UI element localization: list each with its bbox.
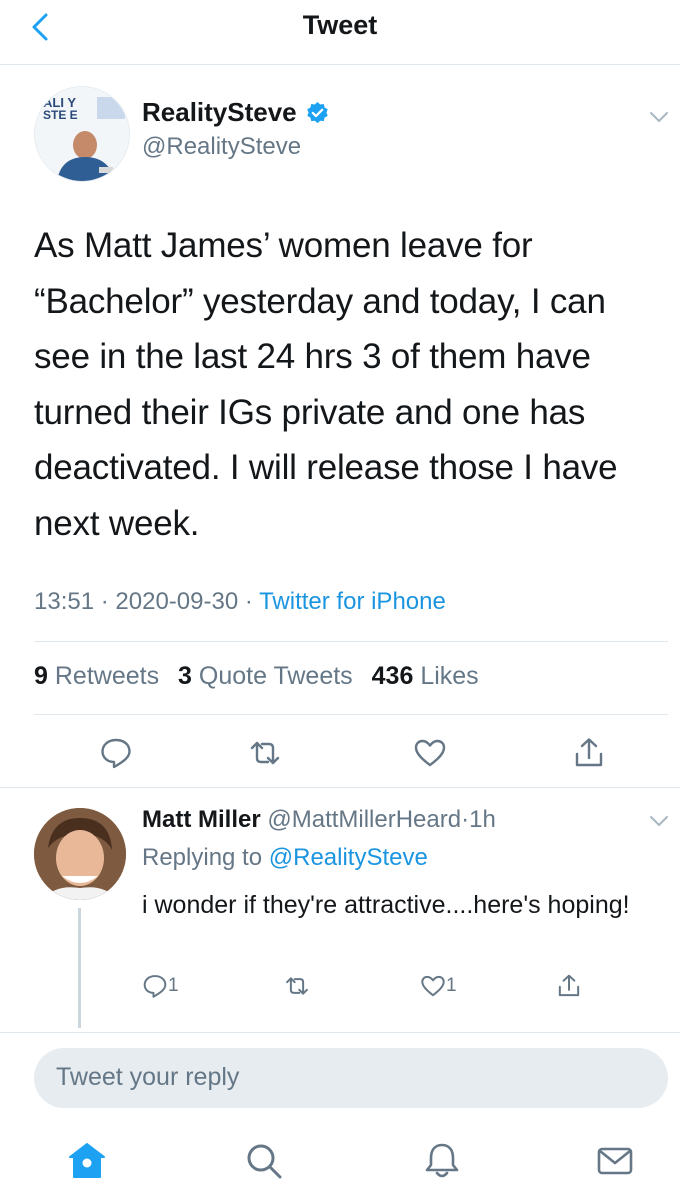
reply-reply-button[interactable]: 1 — [142, 972, 179, 1000]
like-button[interactable] — [413, 736, 447, 770]
replying-to: Replying to @RealitySteve — [142, 844, 428, 872]
avatar-image — [34, 808, 126, 900]
meta-separator: · — [244, 588, 253, 615]
reply-button[interactable] — [99, 736, 133, 770]
author-avatar[interactable]: ALI Y STE E — [34, 86, 130, 182]
retweet-button[interactable] — [248, 736, 282, 770]
reply-header: Matt Miller @MattMillerHeard·1h — [142, 806, 496, 834]
reply-separator: · — [461, 806, 470, 833]
reply-count: 1 — [168, 975, 179, 996]
divider — [0, 787, 680, 788]
reply-retweet-button[interactable] — [284, 972, 310, 1000]
quote-tweets-stat[interactable]: 3 Quote Tweets — [178, 662, 353, 690]
replying-to-mention[interactable]: @RealitySteve — [269, 844, 428, 871]
page-title: Tweet — [302, 10, 378, 40]
reply-input-placeholder: Tweet your reply — [56, 1063, 240, 1091]
thread-connector — [78, 908, 81, 1028]
reply-menu-chevron-icon[interactable] — [648, 810, 670, 832]
notifications-icon[interactable] — [421, 1140, 463, 1182]
divider — [0, 1032, 680, 1033]
author-handle[interactable]: @RealitySteve — [142, 133, 301, 161]
author-name[interactable]: RealitySteve — [142, 97, 297, 128]
messages-icon[interactable] — [594, 1140, 636, 1182]
reply-author-handle[interactable]: @MattMillerHeard — [267, 806, 461, 833]
like-count: 1 — [446, 975, 457, 996]
verified-badge-icon — [307, 102, 328, 124]
meta-separator: · — [100, 588, 109, 615]
tweet-meta: 13:51 · 2020-09-30 · Twitter for iPhone — [34, 588, 446, 616]
tweet-date: 2020-09-30 — [115, 588, 239, 615]
divider — [34, 714, 668, 715]
tweet-source-link[interactable]: Twitter for iPhone — [259, 588, 446, 615]
reply-share-button[interactable] — [556, 972, 582, 1000]
reply-time: 1h — [469, 806, 496, 833]
tweet-stats: 9 Retweets 3 Quote Tweets 436 Likes — [34, 662, 491, 691]
retweet-icon — [286, 977, 308, 995]
replying-prefix: Replying to — [142, 844, 263, 871]
tweet-time: 13:51 — [34, 588, 95, 615]
svg-text:STE E: STE E — [43, 108, 78, 122]
reply-like-button[interactable]: 1 — [420, 972, 457, 1000]
like-icon — [421, 975, 445, 997]
reply-icon — [143, 975, 167, 998]
search-icon[interactable] — [243, 1140, 285, 1182]
likes-stat[interactable]: 436 Likes — [372, 662, 479, 690]
tweet-menu-chevron-icon[interactable] — [648, 106, 670, 128]
share-icon — [558, 974, 580, 997]
reply-author-avatar[interactable] — [34, 808, 126, 900]
avatar-image: ALI Y STE E — [35, 87, 129, 181]
home-icon[interactable] — [66, 1140, 108, 1182]
share-button[interactable] — [572, 736, 606, 770]
divider — [34, 641, 668, 642]
reply-text: i wonder if they're attractive....here's… — [142, 891, 630, 919]
reply-author-name[interactable]: Matt Miller — [142, 806, 261, 833]
retweets-stat[interactable]: 9 Retweets — [34, 662, 159, 690]
tweet-text: As Matt James’ women leave for “Bachelor… — [34, 226, 618, 543]
